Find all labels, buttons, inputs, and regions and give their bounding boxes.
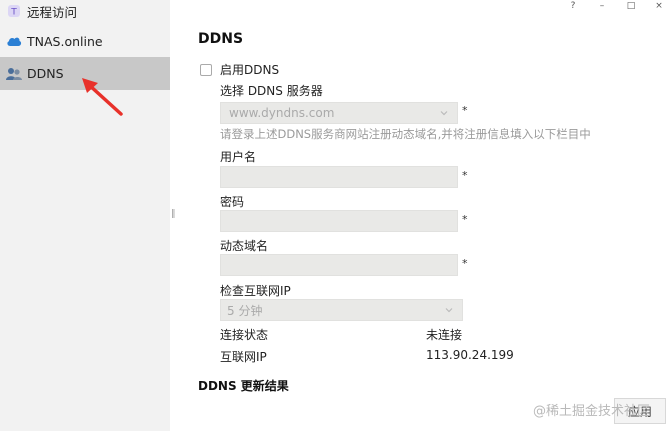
internet-ip-value: 113.90.24.199 [426,348,514,362]
maximize-button[interactable]: □ [624,0,638,12]
check-ip-label: 检查互联网IP [220,284,291,298]
minimize-button[interactable]: – [595,0,609,12]
users-icon [6,66,22,82]
server-select-value: www.dyndns.com [229,106,335,120]
username-field[interactable] [220,166,458,188]
enable-ddns-row: 启用DDNS [200,61,279,78]
chevron-down-icon [444,305,454,315]
svg-text:T: T [10,8,17,18]
panel-splitter[interactable]: ‖ [171,208,176,220]
required-mark: * [462,169,468,182]
help-button[interactable]: ? [566,0,580,12]
password-field[interactable] [220,210,458,232]
check-ip-interval-select[interactable]: 5 分钟 [220,299,463,321]
required-mark: * [462,213,468,226]
check-ip-interval-value: 5 分钟 [227,303,263,318]
dynamic-domain-label: 动态域名 [220,239,269,253]
enable-ddns-checkbox[interactable] [200,63,212,76]
sidebar-item-label: 远程访问 [27,4,78,20]
required-mark: * [462,104,468,117]
dynamic-domain-field[interactable] [220,254,458,276]
required-mark: * [462,257,468,270]
ddns-results-heading: DDNS 更新结果 [198,379,289,393]
sidebar-item-label: DDNS [27,66,64,81]
annotation-arrow-icon [82,78,123,116]
sidebar-item-label: TNAS.online [27,33,103,49]
sidebar: T 远程访问 TNAS.online DDNS [0,0,170,431]
ddns-settings-window: T 远程访问 TNAS.online DDNS ‖ ? – □ × DDNS 启… [0,0,672,431]
sidebar-item-tnas-online[interactable]: TNAS.online [0,25,170,57]
sidebar-item-remote-access[interactable]: T 远程访问 [0,0,170,27]
connection-status-label: 连接状态 [220,328,269,342]
watermark: @稀土掘金技术社区 [533,404,651,419]
remote-access-icon: T [6,3,22,19]
close-button[interactable]: × [652,0,666,12]
connection-status-value: 未连接 [426,328,463,342]
server-select[interactable]: www.dyndns.com [220,102,458,124]
server-label: 选择 DDNS 服务器 [220,84,323,98]
page-title: DDNS [198,31,244,47]
username-label: 用户名 [220,150,257,164]
ddns-hint-text: 请登录上述DDNS服务商网站注册动态域名,并将注册信息填入以下栏目中 [220,127,591,141]
chevron-down-icon [439,108,449,118]
enable-ddns-label: 启用DDNS [220,63,280,77]
password-label: 密码 [220,195,245,209]
cloud-icon [6,33,22,49]
internet-ip-label: 互联网IP [220,350,267,364]
